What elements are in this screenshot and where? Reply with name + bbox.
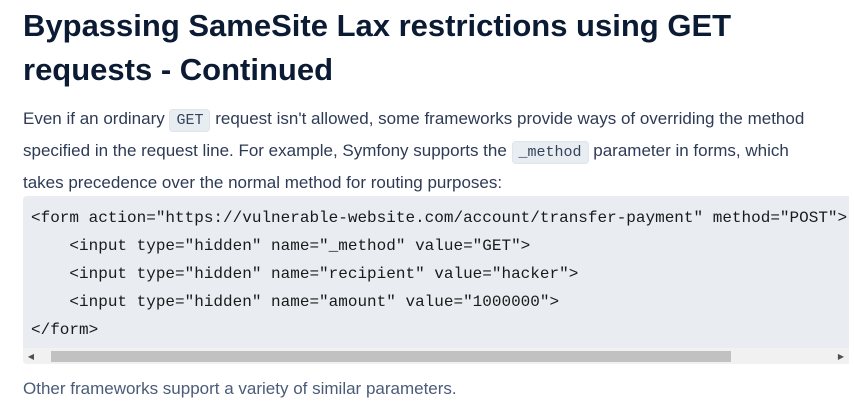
code-content: <form action="https://vulnerable-website… xyxy=(23,196,849,344)
inline-code-get: GET xyxy=(169,109,211,132)
intro-paragraph: Even if an ordinary GET request isn't al… xyxy=(23,104,823,198)
code-block[interactable]: <form action="https://vulnerable-website… xyxy=(23,196,849,364)
horizontal-scrollbar[interactable]: ◀ ▶ xyxy=(23,348,849,364)
article: Bypassing SameSite Lax restrictions usin… xyxy=(0,0,854,404)
outro-paragraph: Other frameworks support a variety of si… xyxy=(23,379,457,398)
intro-text-1: Even if an ordinary xyxy=(23,109,170,128)
code-line: <input type="hidden" name="amount" value… xyxy=(31,293,560,311)
inline-code-method: _method xyxy=(511,141,589,164)
scroll-right-icon[interactable]: ▶ xyxy=(833,348,849,364)
code-line: <form action="https://vulnerable-website… xyxy=(31,209,848,227)
code-line: <input type="hidden" name="recipient" va… xyxy=(31,265,579,283)
scrollbar-thumb[interactable] xyxy=(51,351,731,362)
code-line: <input type="hidden" name="_method" valu… xyxy=(31,237,531,255)
scroll-left-icon[interactable]: ◀ xyxy=(23,348,39,364)
section-heading: Bypassing SameSite Lax restrictions usin… xyxy=(23,8,732,87)
code-line: </form> xyxy=(31,321,99,339)
